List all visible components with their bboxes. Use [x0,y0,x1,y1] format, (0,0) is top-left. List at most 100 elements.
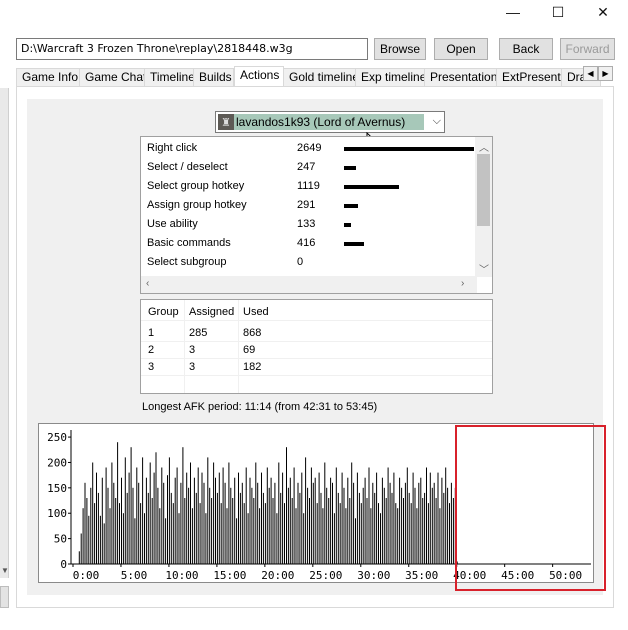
table-row: 3 3 182 [141,359,492,376]
forward-button[interactable]: Forward [560,38,615,60]
y-tick-label: 50 [54,533,67,546]
annotation-highlight-box [455,425,606,591]
close-icon[interactable]: ✕ [580,0,626,24]
apm-bar [243,503,245,564]
tab-timeline[interactable]: Timeline [144,68,195,86]
tab-scroll-left-icon[interactable]: ◀ [583,66,598,81]
tab-extpresent[interactable]: ExtPresent [496,68,562,86]
apm-bar [172,503,174,564]
browse-button[interactable]: Browse [374,38,426,60]
apm-bar [188,487,190,564]
back-button[interactable]: Back [499,38,553,60]
tab-exp-timeline[interactable]: Exp timeline [355,68,426,86]
table-cell: 3 [189,344,196,356]
apm-bar [289,477,291,564]
apm-bar [182,447,184,564]
apm-bar [245,467,247,564]
apm-bar [324,462,326,564]
actions-horizontal-scrollbar[interactable]: ‹ › [141,276,477,293]
chevron-down-icon[interactable]: ⌵ [433,115,441,128]
list-item: Select subgroup 0 [147,253,477,272]
apm-bar [358,492,360,564]
hero-portrait-icon: ♜ [218,114,234,130]
apm-bar [381,477,383,564]
action-name: Basic commands [147,237,231,249]
apm-bar [88,515,90,564]
tab-game-chat[interactable]: Game Chat [79,68,146,86]
apm-bar [268,487,270,564]
list-item: Select group hotkey 1119 [147,177,477,196]
tab-gold-timeline[interactable]: Gold timeline [283,68,359,86]
apm-bar [280,492,282,564]
apm-bar [238,472,239,564]
apm-bar [439,508,441,564]
apm-bar [241,482,243,564]
apm-bar [356,472,358,564]
apm-bar [117,442,119,564]
apm-bar [239,492,241,564]
table-cell: 2 [148,344,155,356]
apm-bar [297,482,299,564]
apm-bar [197,467,199,564]
apm-bar [259,508,261,564]
left-scroll-stub [0,586,9,608]
apm-bar [124,457,126,564]
apm-bar [316,503,318,564]
scroll-down-icon[interactable]: ﹀ [479,261,489,276]
apm-bar [80,533,82,564]
actions-vertical-scrollbar[interactable]: ︿ ﹀ [475,137,492,277]
apm-bar [134,518,136,564]
scroll-thumb[interactable] [477,154,490,226]
apm-bar [209,487,211,564]
tab-actions[interactable]: Actions [234,66,284,86]
apm-bar [278,462,280,564]
replay-path-input[interactable]: D:\Warcraft 3 Frozen Throne\replay\28184… [16,38,368,60]
apm-bar [326,487,328,564]
maximize-icon[interactable]: ☐ [535,0,581,24]
apm-bar [303,513,305,564]
apm-bar [345,508,347,564]
apm-bar [119,503,120,564]
action-name: Assign group hotkey [147,199,247,211]
chevron-down-icon[interactable]: ▼ [1,566,9,575]
tab-scroll-right-icon[interactable]: ▶ [598,66,613,81]
apm-bar [416,508,418,564]
apm-bar [174,477,176,564]
tab-builds[interactable]: Builds [193,68,234,86]
apm-bar [339,503,341,564]
apm-bar [147,492,149,564]
apm-bar [103,523,105,564]
apm-bar [90,487,92,564]
apm-bar [353,482,355,564]
apm-bar [191,508,193,564]
scroll-left-icon[interactable]: ‹ [146,278,149,289]
column-header[interactable]: Group [148,304,179,321]
apm-bar [109,508,111,564]
column-header[interactable]: Assigned [189,304,234,321]
tab-game-info[interactable]: Game Info [16,68,80,86]
actions-list[interactable]: Right click 2649 Select / deselect 247 S… [140,136,493,294]
apm-bar [305,457,307,564]
apm-bar [437,472,439,564]
apm-bar [222,467,224,564]
apm-bar [199,503,201,564]
apm-bar [395,503,397,564]
apm-bar [142,457,144,564]
apm-bar [216,492,218,564]
apm-bar [287,487,289,564]
y-tick-label: 100 [47,507,67,520]
apm-bar [366,498,368,564]
scroll-right-icon[interactable]: › [461,278,464,289]
tab-presentation[interactable]: Presentation [424,68,497,86]
column-header[interactable]: Used [243,304,269,321]
apm-bar [414,487,416,564]
open-button[interactable]: Open [434,38,488,60]
player-select[interactable]: ♜ lavandos1k93 (Lord of Avernus) ⌵ [215,111,445,133]
apm-bar [122,513,124,564]
apm-bar [349,498,351,564]
apm-bar [355,518,356,564]
minimize-icon[interactable]: — [490,0,536,24]
action-name: Select / deselect [147,161,228,173]
scroll-up-icon[interactable]: ︿ [479,139,489,154]
x-tick-label: 15:00 [213,569,246,582]
